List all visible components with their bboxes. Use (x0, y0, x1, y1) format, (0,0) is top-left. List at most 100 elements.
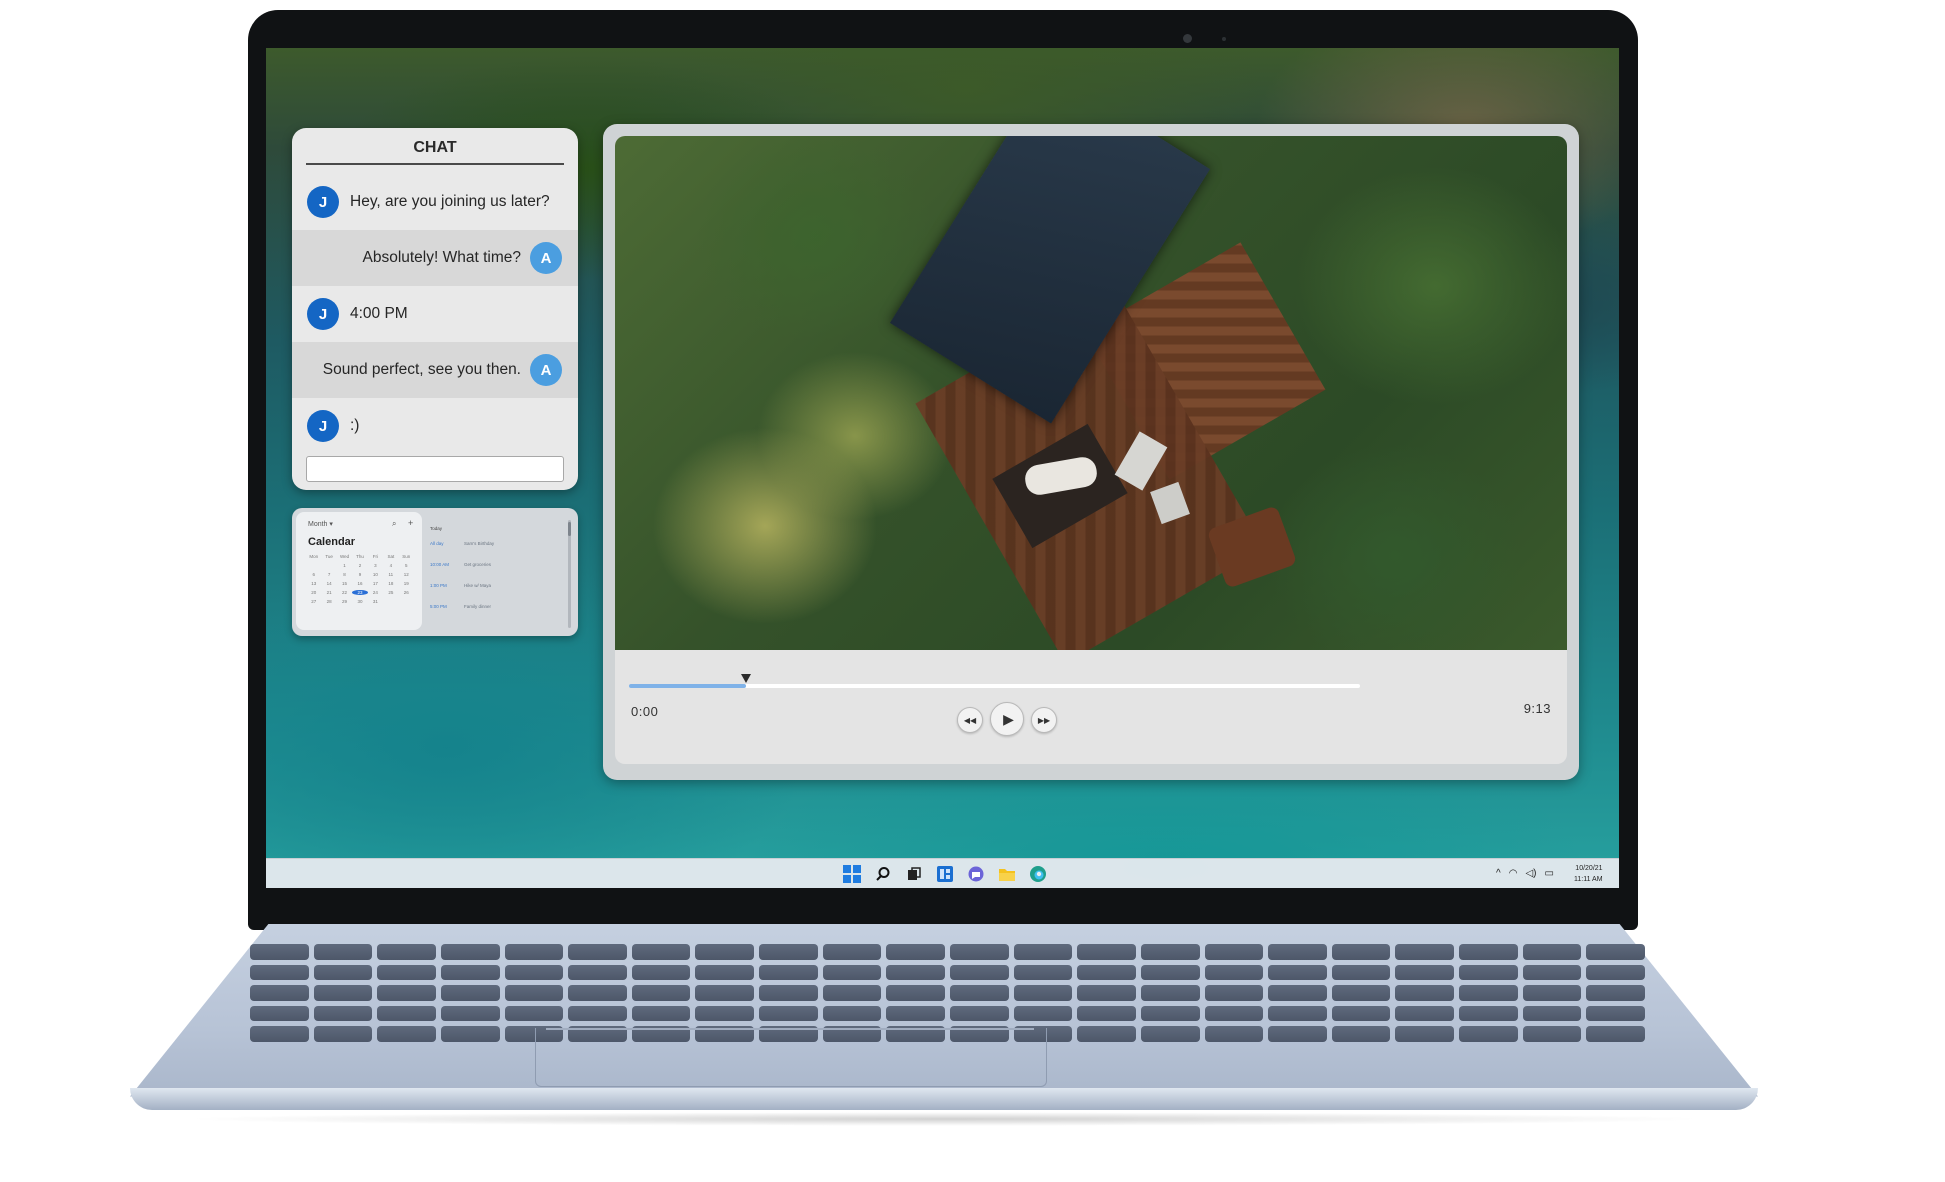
agenda-item[interactable]: 10:00 AM Get groceries (430, 562, 560, 567)
agenda-item[interactable]: 5:00 PM Family dinner (430, 604, 560, 609)
agenda-time: 5:00 PM (430, 604, 447, 609)
keyboard-key (313, 1026, 373, 1042)
agenda-time: All day (430, 541, 444, 546)
battery-icon[interactable]: ▭ (1544, 868, 1553, 879)
calendar-day[interactable]: 26 (399, 590, 414, 595)
agenda-item[interactable]: 1:00 PM Hike w/ Maya (430, 583, 560, 588)
keyboard-key (377, 1005, 436, 1022)
progress-thumb[interactable] (740, 674, 751, 683)
calendar-day[interactable]: 1 (337, 563, 352, 568)
keyboard-key (1586, 1026, 1645, 1042)
calendar-day[interactable]: 5 (399, 563, 414, 568)
calendar-day[interactable]: 12 (399, 572, 414, 577)
calendar-day[interactable]: 15 (337, 581, 352, 586)
calendar-day[interactable]: 4 (383, 563, 398, 568)
calendar-widget[interactable]: Month ▾ ⌕ + Calendar Mon Tue Wed Thu Fri Sat S… (292, 508, 578, 636)
calendar-day[interactable]: 20 (306, 590, 321, 595)
keyboard-key (822, 985, 882, 1001)
agenda-title: Sam's Birthday (464, 541, 495, 546)
chat-icon[interactable] (965, 864, 987, 884)
calendar-day[interactable]: 3 (368, 563, 383, 568)
widgets-icon[interactable] (934, 864, 956, 884)
keyboard-key (1077, 1005, 1136, 1022)
progress-bar[interactable] (629, 674, 1360, 688)
keyboard-key (440, 985, 500, 1001)
calendar-day[interactable]: 25 (383, 590, 398, 595)
add-icon[interactable]: + (408, 518, 413, 528)
calendar-scrollbar[interactable] (568, 520, 571, 628)
calendar-day[interactable]: 13 (306, 581, 321, 586)
search-icon[interactable]: ⌕ (392, 519, 396, 529)
calendar-day[interactable]: 31 (368, 599, 383, 604)
taskbar-clock[interactable]: 10/20/21 11:11 AM (1574, 863, 1603, 885)
keyboard-key (250, 1005, 309, 1022)
avatar[interactable]: A (530, 354, 562, 386)
keyboard-key (631, 964, 691, 981)
calendar-day[interactable]: 7 (321, 572, 336, 577)
keyboard-key (886, 964, 945, 981)
calendar-day[interactable]: 14 (321, 581, 336, 586)
calendar-day[interactable]: 29 (337, 599, 352, 604)
volume-icon[interactable]: ◁) (1525, 868, 1536, 879)
task-view-icon[interactable] (903, 864, 925, 884)
keyboard-key (1459, 964, 1518, 981)
keyboard-key (504, 944, 564, 960)
keyboard-key (1586, 944, 1645, 960)
keyboard-key (886, 985, 945, 1001)
keyboard-key (568, 985, 627, 1001)
calendar-view-dropdown[interactable]: Month ▾ (308, 520, 333, 528)
fast-forward-button[interactable]: ▶▶ (1031, 707, 1057, 733)
avatar[interactable]: J (307, 298, 339, 330)
keyboard-key (886, 944, 945, 960)
avatar[interactable]: A (530, 242, 562, 274)
windows-start-icon[interactable] (841, 864, 863, 884)
search-icon[interactable] (872, 864, 894, 884)
calendar-day[interactable]: 27 (306, 599, 321, 604)
calendar-day[interactable]: 8 (337, 572, 352, 577)
agenda-time: 10:00 AM (430, 562, 450, 567)
calendar-day (383, 599, 398, 604)
calendar-day[interactable]: 30 (352, 599, 367, 604)
wifi-icon[interactable]: ◠ (1509, 868, 1518, 879)
chat-input[interactable] (306, 456, 564, 482)
keyboard-key (504, 1005, 564, 1022)
keyboard-key (568, 1005, 627, 1022)
keyboard-key (759, 944, 818, 960)
calendar-day[interactable]: 2 (352, 563, 367, 568)
calendar-day[interactable]: 22 (337, 590, 352, 595)
edge-browser-icon[interactable] (1027, 864, 1049, 884)
calendar-day[interactable]: 6 (306, 572, 321, 577)
calendar-day[interactable]: 9 (352, 572, 367, 577)
keyboard-key (695, 1005, 755, 1022)
calendar-day[interactable]: 18 (383, 581, 398, 586)
calendar-title: Calendar (308, 536, 356, 548)
keyboard-key (1459, 1026, 1518, 1042)
weekday-header: Tue (325, 554, 333, 559)
keyboard-key (313, 964, 373, 981)
weekday-header: Wed (339, 554, 350, 559)
calendar-day[interactable]: 23 (352, 590, 368, 595)
keyboard-key (1140, 1005, 1200, 1022)
rewind-button[interactable]: ◀◀ (957, 707, 983, 733)
keyboard-key (1331, 1005, 1391, 1022)
calendar-day[interactable]: 19 (399, 581, 414, 586)
calendar-day[interactable]: 11 (383, 572, 398, 577)
calendar-day[interactable]: 10 (368, 572, 383, 577)
calendar-day[interactable]: 28 (321, 599, 336, 604)
calendar-day[interactable]: 16 (352, 581, 367, 586)
agenda-header: Today (430, 526, 443, 531)
calendar-day[interactable]: 21 (321, 590, 336, 595)
calendar-grid[interactable]: Mon Tue Wed Thu Fri Sat Sun 1 2 3 4 5 6 7 8 9 10 11 12 13 14… (306, 554, 414, 604)
avatar[interactable]: J (307, 186, 339, 218)
agenda-item[interactable]: All day Sam's Birthday (430, 541, 560, 546)
video-frame[interactable] (615, 136, 1567, 650)
weekday-header: Sun (402, 554, 411, 559)
avatar[interactable]: J (307, 410, 339, 442)
chevron-up-icon[interactable]: ^ (1496, 868, 1501, 879)
file-explorer-icon[interactable] (996, 864, 1018, 884)
calendar-day[interactable]: 24 (368, 590, 383, 595)
keyboard-key (1522, 1005, 1582, 1022)
play-button[interactable]: ▶ (990, 702, 1024, 736)
calendar-day[interactable]: 17 (368, 581, 383, 586)
trackpad[interactable] (535, 1028, 1047, 1087)
